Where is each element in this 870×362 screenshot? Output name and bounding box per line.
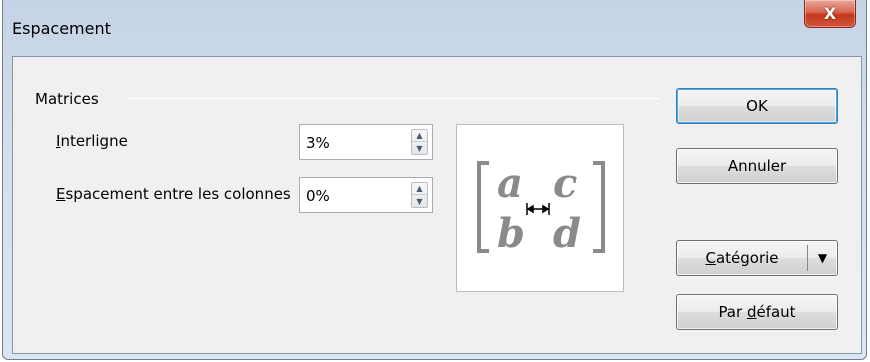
annuler-button[interactable]: Annuler bbox=[676, 148, 838, 184]
group-label-matrices: Matrices bbox=[35, 90, 99, 108]
espacement-colonnes-value: 0% bbox=[306, 187, 330, 205]
interligne-spin-buttons: ▲ ▼ bbox=[411, 129, 428, 155]
matrix-preview-icon: a c b d bbox=[477, 160, 605, 257]
interligne-label: Interligne bbox=[56, 132, 128, 150]
matrix-symbol-a: a bbox=[497, 160, 523, 207]
title-bar[interactable]: Espacement X bbox=[3, 0, 866, 48]
window-title: Espacement bbox=[12, 19, 111, 38]
spin-up-icon[interactable]: ▲ bbox=[412, 183, 427, 195]
matrix-symbol-c: c bbox=[553, 160, 577, 207]
group-divider bbox=[126, 98, 660, 99]
spacing-arrow-icon bbox=[526, 203, 550, 215]
espacement-colonnes-label: Espacement entre les colonnes bbox=[56, 185, 291, 203]
interligne-value: 3% bbox=[306, 134, 330, 152]
espacement-colonnes-spin-buttons: ▲ ▼ bbox=[411, 182, 428, 208]
spin-down-icon[interactable]: ▼ bbox=[412, 195, 427, 207]
categorie-label: Catégorie bbox=[705, 249, 779, 267]
interligne-spinbox[interactable]: 3% ▲ ▼ bbox=[299, 124, 433, 160]
ok-button[interactable]: OK bbox=[676, 88, 838, 124]
dropdown-arrow-icon[interactable]: ▼ bbox=[807, 245, 837, 271]
dialog-client-area: Matrices Interligne 3% ▲ ▼ Espacement en… bbox=[12, 56, 862, 354]
par-defaut-button[interactable]: Par d éfaut bbox=[676, 294, 838, 330]
espacement-colonnes-spinbox[interactable]: 0% ▲ ▼ bbox=[299, 177, 433, 213]
matrix-symbol-d: d bbox=[553, 210, 581, 257]
matrix-preview: a c b d bbox=[456, 124, 624, 292]
dialog-window: Espacement X Matrices Interligne 3% ▲ ▼ … bbox=[2, 0, 867, 360]
matrix-symbol-b: b bbox=[497, 210, 525, 257]
close-icon: X bbox=[823, 4, 837, 23]
categorie-button[interactable]: Catégorie ▼ bbox=[676, 240, 838, 276]
close-button[interactable]: X bbox=[804, 0, 856, 28]
spin-up-icon[interactable]: ▲ bbox=[412, 130, 427, 142]
spin-down-icon[interactable]: ▼ bbox=[412, 142, 427, 154]
